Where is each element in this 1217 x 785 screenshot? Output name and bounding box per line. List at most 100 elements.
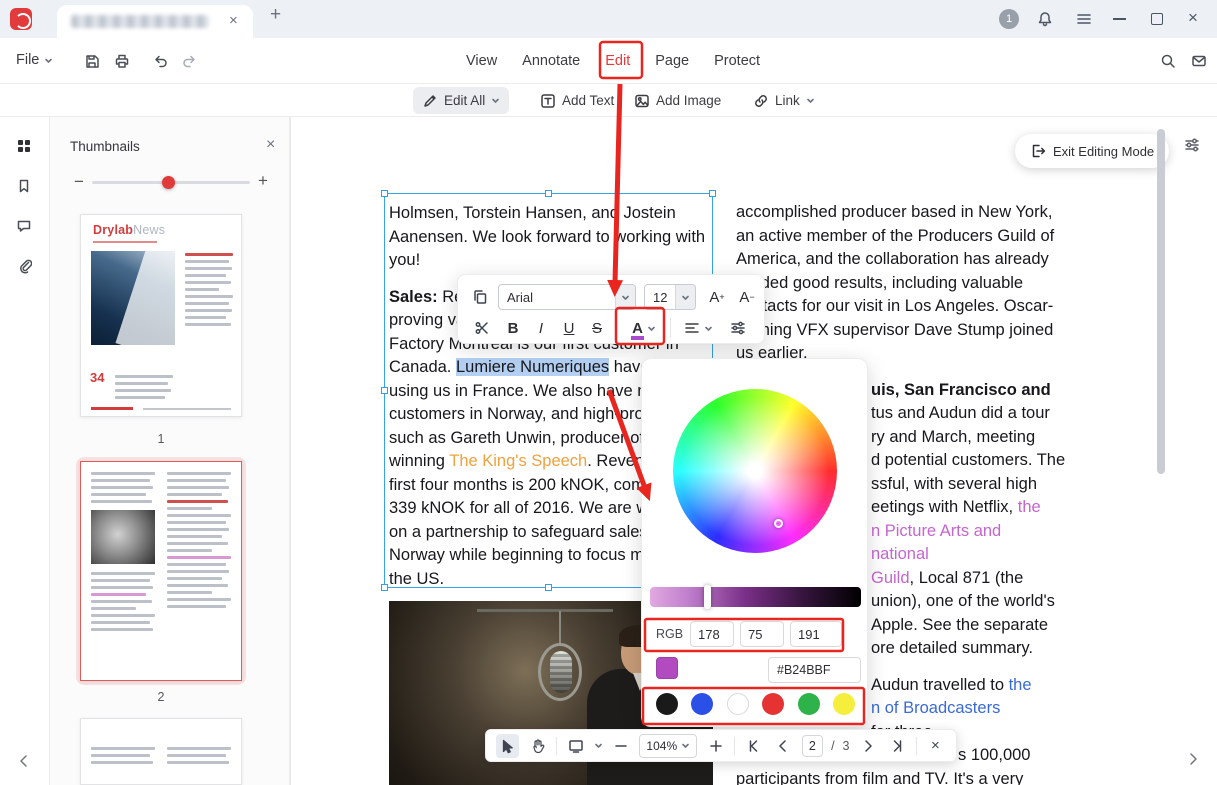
next-panel-chevron-icon[interactable] <box>1185 751 1201 767</box>
thumb3-text-lines <box>167 747 231 768</box>
tab-close-icon[interactable]: × <box>229 13 238 29</box>
add-text-icon <box>540 93 556 109</box>
current-page-field[interactable]: 2 <box>802 735 823 757</box>
side-icon-rail <box>0 117 50 785</box>
hand-tool-icon[interactable] <box>527 734 548 758</box>
page-view-mode-icon[interactable] <box>565 734 586 758</box>
copy-icon[interactable] <box>468 285 492 309</box>
shade-slider-handle[interactable] <box>704 585 711 609</box>
decrease-font-button[interactable]: A− <box>734 284 760 310</box>
rgb-blue-field[interactable]: 191 <box>790 621 842 647</box>
zoom-in-icon[interactable] <box>705 734 726 758</box>
rgb-green-field[interactable]: 75 <box>740 621 784 647</box>
app-logo[interactable] <box>10 8 32 30</box>
mic-boom <box>477 609 613 612</box>
bell-icon[interactable] <box>1037 11 1053 27</box>
print-icon[interactable] <box>114 53 130 69</box>
preset-color-swatch[interactable] <box>691 693 713 715</box>
strikethrough-button[interactable]: S <box>584 315 610 341</box>
alignment-button[interactable] <box>678 315 718 341</box>
menu-tab-protect[interactable]: Protect <box>714 50 760 72</box>
vertical-scrollbar[interactable] <box>1157 129 1165 474</box>
menu-tab-annotate[interactable]: Annotate <box>522 50 580 72</box>
add-image-icon <box>634 93 650 109</box>
attachments-panel-icon[interactable] <box>16 258 32 274</box>
thumbnail-page-3[interactable] <box>80 718 242 785</box>
edit-all-label: Edit All <box>444 93 485 108</box>
add-image-button[interactable]: Add Image <box>625 87 730 114</box>
resize-handle[interactable] <box>381 190 388 197</box>
bold-button[interactable]: B <box>500 315 526 341</box>
thumb2-text-lines <box>91 572 155 635</box>
view-settings-icon[interactable] <box>1184 137 1200 153</box>
hamburger-menu-icon[interactable] <box>1076 11 1092 27</box>
resize-handle[interactable] <box>545 190 552 197</box>
menu-tab-edit[interactable]: Edit <box>605 50 630 72</box>
color-wheel-selector-dot[interactable] <box>774 519 783 528</box>
page-1-label: 1 <box>80 432 242 446</box>
italic-button[interactable]: I <box>528 315 554 341</box>
comments-panel-icon[interactable] <box>16 218 32 234</box>
zoom-out-icon[interactable] <box>610 734 631 758</box>
thumbnail-zoom-out-icon[interactable]: − <box>74 172 84 192</box>
font-color-button[interactable]: A <box>624 315 664 341</box>
microphone-capsule <box>550 651 572 693</box>
last-page-icon[interactable] <box>887 734 908 758</box>
font-size-select[interactable]: 12 <box>644 284 696 310</box>
edit-all-button[interactable]: Edit All <box>413 87 509 114</box>
thumbnail-zoom-in-icon[interactable]: + <box>258 171 268 191</box>
preset-color-swatch[interactable] <box>798 693 820 715</box>
hex-color-field[interactable]: #B24BBF <box>768 657 861 683</box>
color-wheel[interactable] <box>673 389 837 553</box>
menu-tab-page[interactable]: Page <box>655 50 689 72</box>
resize-handle[interactable] <box>381 387 388 394</box>
file-menu[interactable]: File <box>16 52 53 68</box>
chevron-down-icon <box>675 285 695 309</box>
more-text-settings-icon[interactable] <box>726 316 750 340</box>
zoom-level-select[interactable]: 104% <box>639 734 697 758</box>
preset-color-swatch[interactable] <box>833 693 855 715</box>
resize-handle[interactable] <box>709 190 716 197</box>
resize-handle[interactable] <box>545 584 552 591</box>
previous-page-icon[interactable] <box>772 734 793 758</box>
menu-tab-view[interactable]: View <box>466 50 497 72</box>
first-page-icon[interactable] <box>743 734 764 758</box>
undo-icon[interactable] <box>152 53 168 69</box>
increase-font-button[interactable]: A+ <box>704 284 730 310</box>
select-tool-icon[interactable] <box>496 734 519 758</box>
add-text-button[interactable]: Add Text <box>531 87 623 114</box>
shade-slider[interactable] <box>650 587 861 607</box>
bookmarks-panel-icon[interactable] <box>16 178 32 194</box>
link-button[interactable]: Link <box>744 87 824 114</box>
thumbnail-page-2[interactable] <box>80 461 242 681</box>
thumbnails-close-icon[interactable]: × <box>266 136 275 154</box>
thumbnails-panel-icon[interactable] <box>16 138 32 154</box>
font-family-select[interactable]: Arial <box>498 284 636 310</box>
preset-color-swatch[interactable] <box>656 693 678 715</box>
preset-color-swatch[interactable] <box>762 693 784 715</box>
save-icon[interactable] <box>84 53 100 69</box>
notification-badge[interactable]: 1 <box>999 9 1019 29</box>
mail-icon[interactable] <box>1191 53 1207 69</box>
document-tab[interactable]: × <box>57 5 253 38</box>
redo-icon[interactable] <box>182 53 198 69</box>
exit-editing-mode-button[interactable]: Exit Editing Mode <box>1015 134 1169 168</box>
cut-icon[interactable] <box>470 316 494 340</box>
page-2-label: 2 <box>80 690 242 704</box>
resize-handle[interactable] <box>381 584 388 591</box>
underline-button[interactable]: U <box>556 315 582 341</box>
search-icon[interactable] <box>1160 53 1176 69</box>
close-toolbar-icon[interactable]: × <box>925 734 946 758</box>
preset-color-swatch[interactable] <box>727 693 749 715</box>
collapse-panel-chevron-icon[interactable] <box>16 753 32 769</box>
new-tab-icon[interactable]: + <box>270 7 281 23</box>
window-maximize-icon[interactable] <box>1151 13 1163 25</box>
thumbnail-page-1[interactable]: DrylabNews 34 <box>80 214 242 417</box>
next-page-icon[interactable] <box>858 734 879 758</box>
rgb-red-field[interactable]: 178 <box>690 621 734 647</box>
window-close-icon[interactable]: × <box>1188 8 1198 28</box>
thumbnail-zoom-slider-handle[interactable] <box>162 176 175 189</box>
document-page[interactable]: Holmsen, Torstein Hansen, and JosteinAan… <box>290 117 1217 785</box>
window-minimize-icon[interactable] <box>1113 18 1126 20</box>
thumbnails-title: Thumbnails <box>70 139 140 154</box>
